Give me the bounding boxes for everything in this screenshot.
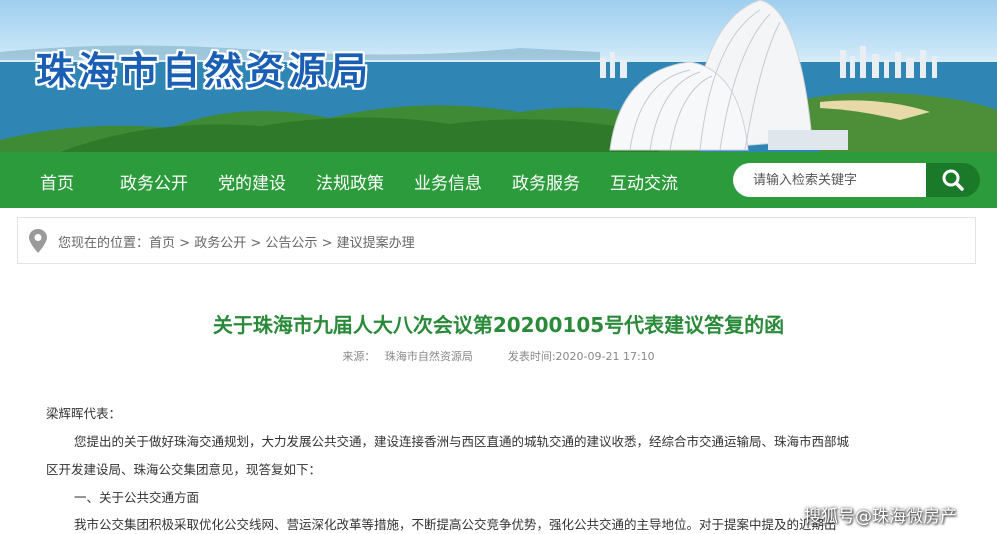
breadcrumb-link-announcements[interactable]: 公告公示: [265, 236, 317, 251]
breadcrumb-separator: >: [179, 236, 191, 251]
source-value: 珠海市自然资源局: [384, 350, 473, 363]
nav-item-interaction[interactable]: 互动交流: [610, 169, 678, 194]
header-banner: 珠海市自然资源局: [0, 0, 997, 152]
main-nav: 首页 政务公开 党的建设 法规政策 业务信息 政务服务 互动交流: [0, 152, 997, 208]
nav-item-business-info[interactable]: 业务信息: [414, 169, 482, 194]
breadcrumb-separator: >: [250, 236, 262, 251]
article-section-heading: 一、关于公共交通方面: [74, 490, 200, 505]
publish-time-label: 发表时间:: [507, 350, 556, 363]
breadcrumb-link-proposal-handling[interactable]: 建议提案办理: [337, 236, 415, 251]
source-label: 来源：: [342, 350, 376, 363]
nav-item-government-services[interactable]: 政务服务: [512, 169, 580, 194]
publish-time-value: 2020-09-21 17:10: [555, 350, 655, 363]
article-paragraph: 我市公交集团积极采取优化公交线网、营运深化改革等措施，不断提高公交竞争优势，强化…: [74, 517, 837, 532]
breadcrumb-trail: 您现在的位置：首页 > 政务公开 > 公告公示 > 建议提案办理: [58, 232, 415, 251]
article-paragraph: 区开发建设局、珠海公交集团意见，现答复如下：: [46, 462, 322, 477]
article-meta: 来源： 珠海市自然资源局 发表时间:2020-09-21 17:10: [0, 348, 997, 364]
site-title: 珠海市自然资源局: [36, 49, 373, 93]
nav-item-home[interactable]: 首页: [40, 169, 74, 194]
nav-item-government-affairs[interactable]: 政务公开: [120, 169, 188, 194]
breadcrumb-link-government-affairs[interactable]: 政务公开: [194, 236, 246, 251]
breadcrumb-prefix: 您现在的位置：: [58, 236, 150, 251]
breadcrumb: 您现在的位置：首页 > 政务公开 > 公告公示 > 建议提案办理: [17, 217, 976, 264]
location-pin-icon: [29, 229, 47, 253]
nav-item-party-building[interactable]: 党的建设: [218, 169, 286, 194]
nav-item-regulations[interactable]: 法规政策: [316, 169, 384, 194]
article-salutation: 梁辉晖代表：: [46, 406, 122, 421]
search-input[interactable]: [733, 163, 927, 197]
watermark: 搜狐号@珠海微房产: [804, 507, 957, 527]
breadcrumb-link-home[interactable]: 首页: [149, 236, 175, 251]
breadcrumb-separator: >: [321, 236, 333, 251]
search-button[interactable]: [926, 163, 980, 197]
article-paragraph: 您提出的关于做好珠海交通规划，大力发展公共交通，建设连接香洲与西区直通的城轨交通…: [74, 434, 850, 449]
search-icon: [942, 169, 964, 191]
article-title: 关于珠海市九届人大八次会议第20200105号代表建议答复的函: [212, 313, 785, 337]
